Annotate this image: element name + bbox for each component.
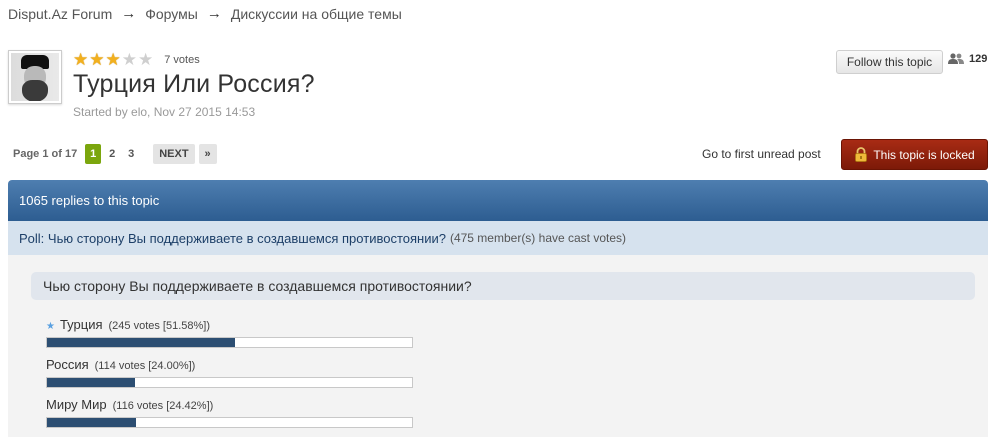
breadcrumb-separator: → <box>206 5 222 22</box>
poll-voters-count: (475 member(s) have cast votes) <box>449 231 627 245</box>
poll-progress-fill <box>47 418 137 427</box>
poll-progress-fill <box>47 338 236 347</box>
replies-header: 1065 replies to this topic <box>8 180 988 221</box>
followers-number: 129 <box>969 53 988 65</box>
pagination: Page 1 of 17 1 2 3 NEXT » <box>8 144 217 164</box>
poll-choice-label: Турция <box>59 317 103 332</box>
poll-choice-label: Россия <box>46 357 89 372</box>
page-title: Турция Или Россия? <box>73 70 315 98</box>
topic-rating: ★ ★ ★ ★ ★ 7 votes <box>73 51 200 68</box>
users-icon <box>948 53 964 64</box>
replies-count: 1065 replies to this topic <box>19 193 160 208</box>
topic-locked-label: This topic is locked <box>873 147 975 162</box>
poll-choice: ★ Турция (245 votes [51.58%]) <box>46 317 416 348</box>
topic-started-by: Started by elo, Nov 27 2015 14:53 <box>73 105 256 119</box>
poll-progress-bar <box>46 417 413 428</box>
lock-icon <box>855 147 868 162</box>
breadcrumb: Disput.Az Forum → Форумы → Дискуссии на … <box>8 5 402 22</box>
poll-choice-votes: (116 votes [24.42%]) <box>112 400 214 412</box>
avatar[interactable] <box>8 50 62 104</box>
page-indicator: Page 1 of 17 <box>13 148 78 160</box>
rating-votes: 7 votes <box>164 54 200 66</box>
breadcrumb-forums[interactable]: Форумы <box>145 6 198 22</box>
poll-progress-bar <box>46 337 413 348</box>
page-1-button[interactable]: 1 <box>85 144 102 164</box>
followers-count[interactable]: 129 <box>948 53 987 65</box>
poll-body: Чью сторону Вы поддерживаете в создавшем… <box>8 255 988 437</box>
poll-question: Чью сторону Вы поддерживаете в создавшем… <box>31 272 975 300</box>
breadcrumb-category[interactable]: Дискуссии на общие темы <box>231 6 402 22</box>
poll-choice: Миру Мир (116 votes [24.42%]) <box>46 397 416 428</box>
breadcrumb-separator: → <box>121 5 137 22</box>
poll-progress-bar <box>46 377 413 388</box>
page-3-button[interactable]: 3 <box>123 144 139 164</box>
last-page-button[interactable]: » <box>198 144 217 164</box>
star-empty-icon[interactable]: ★ <box>138 51 153 68</box>
star-icon[interactable]: ★ <box>89 51 104 68</box>
poll-choice: Россия (114 votes [24.00%]) <box>46 357 416 388</box>
follow-topic-button[interactable]: Follow this topic <box>836 50 943 74</box>
poll-choice-votes: (245 votes [51.58%]) <box>108 320 211 332</box>
avatar-image <box>11 53 59 101</box>
poll-header: Poll: Чью сторону Вы поддерживаете в соз… <box>8 221 988 255</box>
breadcrumb-home[interactable]: Disput.Az Forum <box>8 6 112 22</box>
voted-star-icon: ★ <box>46 321 55 332</box>
star-icon[interactable]: ★ <box>73 51 88 68</box>
poll-choice-label: Миру Мир <box>46 397 107 412</box>
poll-title: Poll: Чью сторону Вы поддерживаете в соз… <box>19 230 446 246</box>
page-2-button[interactable]: 2 <box>104 144 120 164</box>
star-empty-icon[interactable]: ★ <box>122 51 137 68</box>
poll-choice-votes: (114 votes [24.00%]) <box>94 360 196 372</box>
poll-progress-fill <box>47 378 135 387</box>
next-page-button[interactable]: NEXT <box>153 144 195 164</box>
star-icon[interactable]: ★ <box>106 51 121 68</box>
topic-locked-button[interactable]: This topic is locked <box>841 139 988 170</box>
first-unread-link[interactable]: Go to first unread post <box>702 147 821 161</box>
